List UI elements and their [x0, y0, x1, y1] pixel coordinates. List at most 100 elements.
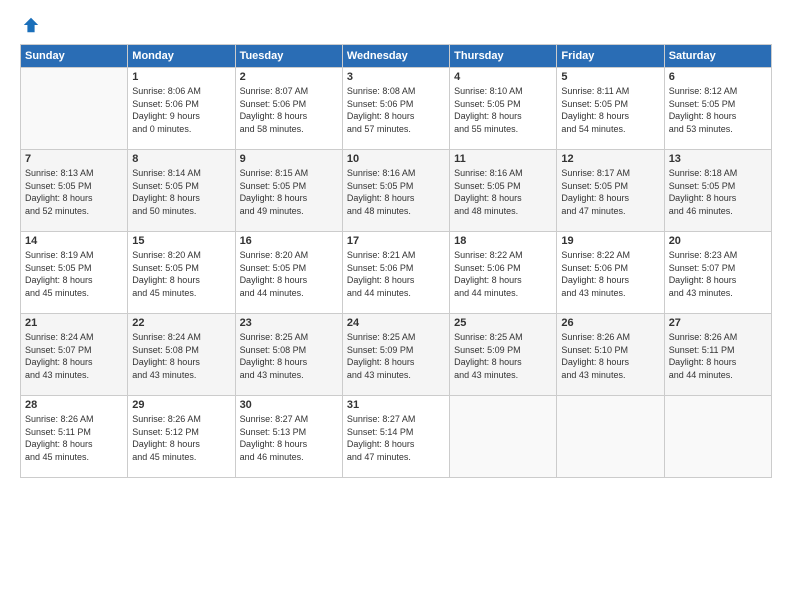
- day-number: 22: [132, 317, 230, 329]
- day-info: Sunrise: 8:19 AMSunset: 5:05 PMDaylight:…: [25, 249, 123, 299]
- calendar-cell: 19 Sunrise: 8:22 AMSunset: 5:06 PMDayligh…: [557, 232, 664, 314]
- day-info: Sunrise: 8:20 AMSunset: 5:05 PMDaylight:…: [132, 249, 230, 299]
- day-info: Sunrise: 8:26 AMSunset: 5:10 PMDaylight:…: [561, 331, 659, 381]
- day-info: Sunrise: 8:27 AMSunset: 5:13 PMDaylight:…: [240, 413, 338, 463]
- day-info: Sunrise: 8:07 AMSunset: 5:06 PMDaylight:…: [240, 85, 338, 135]
- calendar-cell: 11 Sunrise: 8:16 AMSunset: 5:05 PMDayligh…: [450, 150, 557, 232]
- day-number: 28: [25, 399, 123, 411]
- calendar-cell: 14 Sunrise: 8:19 AMSunset: 5:05 PMDayligh…: [21, 232, 128, 314]
- day-number: 26: [561, 317, 659, 329]
- calendar-cell: [557, 396, 664, 478]
- day-number: 2: [240, 71, 338, 83]
- day-number: 11: [454, 153, 552, 165]
- calendar-cell: 15 Sunrise: 8:20 AMSunset: 5:05 PMDayligh…: [128, 232, 235, 314]
- day-info: Sunrise: 8:25 AMSunset: 5:09 PMDaylight:…: [347, 331, 445, 381]
- calendar-cell: 27 Sunrise: 8:26 AMSunset: 5:11 PMDayligh…: [664, 314, 771, 396]
- day-number: 13: [669, 153, 767, 165]
- day-number: 25: [454, 317, 552, 329]
- day-info: Sunrise: 8:24 AMSunset: 5:07 PMDaylight:…: [25, 331, 123, 381]
- calendar-cell: 23 Sunrise: 8:25 AMSunset: 5:08 PMDayligh…: [235, 314, 342, 396]
- calendar-cell: [21, 68, 128, 150]
- weekday-sunday: Sunday: [21, 45, 128, 68]
- day-number: 30: [240, 399, 338, 411]
- day-number: 8: [132, 153, 230, 165]
- day-number: 6: [669, 71, 767, 83]
- calendar-cell: 22 Sunrise: 8:24 AMSunset: 5:08 PMDayligh…: [128, 314, 235, 396]
- day-info: Sunrise: 8:15 AMSunset: 5:05 PMDaylight:…: [240, 167, 338, 217]
- calendar-cell: 7Sunrise: 8:13 AMSunset: 5:05 PMDaylight…: [21, 150, 128, 232]
- day-info: Sunrise: 8:17 AMSunset: 5:05 PMDaylight:…: [561, 167, 659, 217]
- day-number: 15: [132, 235, 230, 247]
- weekday-tuesday: Tuesday: [235, 45, 342, 68]
- calendar-cell: 21Sunrise: 8:24 AMSunset: 5:07 PMDayligh…: [21, 314, 128, 396]
- week-row-3: 14 Sunrise: 8:19 AMSunset: 5:05 PMDayligh…: [21, 232, 772, 314]
- day-number: 27: [669, 317, 767, 329]
- day-info: Sunrise: 8:24 AMSunset: 5:08 PMDaylight:…: [132, 331, 230, 381]
- day-info: Sunrise: 8:22 AMSunset: 5:06 PMDaylight:…: [454, 249, 552, 299]
- day-info: Sunrise: 8:26 AMSunset: 5:11 PMDaylight:…: [25, 413, 123, 463]
- day-info: Sunrise: 8:16 AMSunset: 5:05 PMDaylight:…: [454, 167, 552, 217]
- calendar-cell: 26 Sunrise: 8:26 AMSunset: 5:10 PMDayligh…: [557, 314, 664, 396]
- day-number: 16: [240, 235, 338, 247]
- calendar-cell: 28 Sunrise: 8:26 AMSunset: 5:11 PMDayligh…: [21, 396, 128, 478]
- day-info: Sunrise: 8:12 AMSunset: 5:05 PMDaylight:…: [669, 85, 767, 135]
- day-number: 12: [561, 153, 659, 165]
- week-row-2: 7Sunrise: 8:13 AMSunset: 5:05 PMDaylight…: [21, 150, 772, 232]
- day-number: 14: [25, 235, 123, 247]
- day-info: Sunrise: 8:11 AMSunset: 5:05 PMDaylight:…: [561, 85, 659, 135]
- day-info: Sunrise: 8:18 AMSunset: 5:05 PMDaylight:…: [669, 167, 767, 217]
- day-info: Sunrise: 8:06 AMSunset: 5:06 PMDaylight:…: [132, 85, 230, 135]
- calendar-cell: 31 Sunrise: 8:27 AMSunset: 5:14 PMDayligh…: [342, 396, 449, 478]
- header: [20, 16, 772, 34]
- weekday-saturday: Saturday: [664, 45, 771, 68]
- day-info: Sunrise: 8:23 AMSunset: 5:07 PMDaylight:…: [669, 249, 767, 299]
- day-number: 3: [347, 71, 445, 83]
- day-info: Sunrise: 8:13 AMSunset: 5:05 PMDaylight:…: [25, 167, 123, 217]
- weekday-header-row: SundayMondayTuesdayWednesdayThursdayFrid…: [21, 45, 772, 68]
- weekday-monday: Monday: [128, 45, 235, 68]
- day-number: 23: [240, 317, 338, 329]
- day-number: 5: [561, 71, 659, 83]
- calendar-cell: 9Sunrise: 8:15 AMSunset: 5:05 PMDaylight…: [235, 150, 342, 232]
- calendar-cell: 13 Sunrise: 8:18 AMSunset: 5:05 PMDayligh…: [664, 150, 771, 232]
- day-info: Sunrise: 8:26 AMSunset: 5:12 PMDaylight:…: [132, 413, 230, 463]
- week-row-5: 28 Sunrise: 8:26 AMSunset: 5:11 PMDayligh…: [21, 396, 772, 478]
- day-number: 10: [347, 153, 445, 165]
- day-number: 31: [347, 399, 445, 411]
- day-info: Sunrise: 8:16 AMSunset: 5:05 PMDaylight:…: [347, 167, 445, 217]
- calendar-cell: 12 Sunrise: 8:17 AMSunset: 5:05 PMDayligh…: [557, 150, 664, 232]
- day-number: 17: [347, 235, 445, 247]
- day-info: Sunrise: 8:20 AMSunset: 5:05 PMDaylight:…: [240, 249, 338, 299]
- weekday-friday: Friday: [557, 45, 664, 68]
- calendar-cell: [450, 396, 557, 478]
- calendar-cell: 6 Sunrise: 8:12 AMSunset: 5:05 PMDaylight…: [664, 68, 771, 150]
- day-number: 19: [561, 235, 659, 247]
- day-number: 29: [132, 399, 230, 411]
- calendar-cell: 1 Sunrise: 8:06 AMSunset: 5:06 PMDaylight…: [128, 68, 235, 150]
- calendar-cell: 30 Sunrise: 8:27 AMSunset: 5:13 PMDayligh…: [235, 396, 342, 478]
- day-info: Sunrise: 8:14 AMSunset: 5:05 PMDaylight:…: [132, 167, 230, 217]
- calendar-cell: [664, 396, 771, 478]
- day-info: Sunrise: 8:10 AMSunset: 5:05 PMDaylight:…: [454, 85, 552, 135]
- day-info: Sunrise: 8:25 AMSunset: 5:08 PMDaylight:…: [240, 331, 338, 381]
- day-number: 1: [132, 71, 230, 83]
- weekday-wednesday: Wednesday: [342, 45, 449, 68]
- calendar-cell: 2 Sunrise: 8:07 AMSunset: 5:06 PMDaylight…: [235, 68, 342, 150]
- logo: [20, 16, 40, 34]
- calendar-cell: 3 Sunrise: 8:08 AMSunset: 5:06 PMDaylight…: [342, 68, 449, 150]
- calendar-cell: 10 Sunrise: 8:16 AMSunset: 5:05 PMDayligh…: [342, 150, 449, 232]
- day-info: Sunrise: 8:26 AMSunset: 5:11 PMDaylight:…: [669, 331, 767, 381]
- day-info: Sunrise: 8:21 AMSunset: 5:06 PMDaylight:…: [347, 249, 445, 299]
- calendar-cell: 16 Sunrise: 8:20 AMSunset: 5:05 PMDayligh…: [235, 232, 342, 314]
- day-info: Sunrise: 8:22 AMSunset: 5:06 PMDaylight:…: [561, 249, 659, 299]
- day-number: 20: [669, 235, 767, 247]
- day-info: Sunrise: 8:27 AMSunset: 5:14 PMDaylight:…: [347, 413, 445, 463]
- day-number: 4: [454, 71, 552, 83]
- calendar-cell: 8 Sunrise: 8:14 AMSunset: 5:05 PMDaylight…: [128, 150, 235, 232]
- page: SundayMondayTuesdayWednesdayThursdayFrid…: [0, 0, 792, 612]
- weekday-thursday: Thursday: [450, 45, 557, 68]
- day-info: Sunrise: 8:08 AMSunset: 5:06 PMDaylight:…: [347, 85, 445, 135]
- calendar-cell: 4 Sunrise: 8:10 AMSunset: 5:05 PMDaylight…: [450, 68, 557, 150]
- day-number: 24: [347, 317, 445, 329]
- day-info: Sunrise: 8:25 AMSunset: 5:09 PMDaylight:…: [454, 331, 552, 381]
